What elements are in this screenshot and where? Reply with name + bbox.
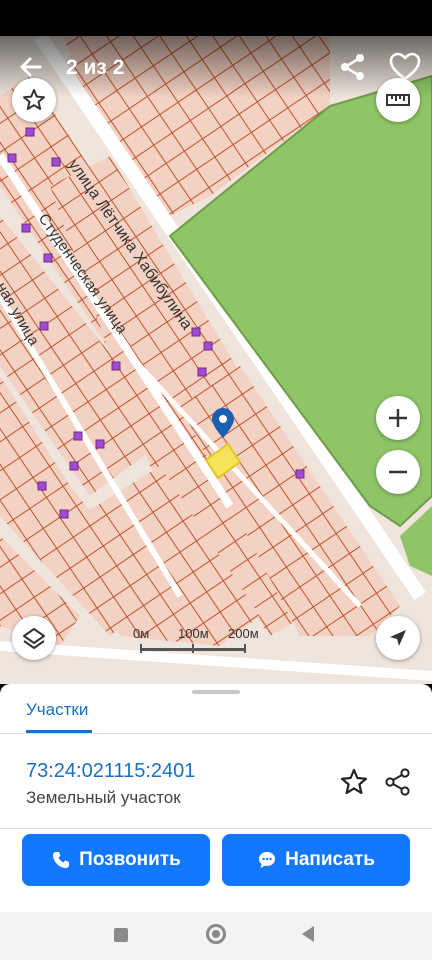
parcel-share-button[interactable] xyxy=(382,766,414,798)
divider xyxy=(0,828,432,829)
scale-tick xyxy=(140,644,142,653)
phone-icon xyxy=(53,852,70,868)
ruler-button[interactable] xyxy=(376,78,420,122)
cadastral-number-link[interactable]: 73:24:021115:2401 xyxy=(26,760,195,783)
map-view[interactable]: улица Лётчика Хабибулина Студенческая ул… xyxy=(0,36,432,684)
scale-label-200: 200м xyxy=(228,626,259,641)
scale-tick xyxy=(192,644,194,653)
ruler-icon xyxy=(386,94,410,106)
tab-parcels[interactable]: Участки xyxy=(26,700,88,720)
star-outline-icon xyxy=(340,768,368,795)
system-nav-bar xyxy=(0,912,432,960)
zoom-out-button[interactable] xyxy=(376,450,420,494)
call-button-label: Позвонить xyxy=(79,849,181,870)
plus-icon xyxy=(389,409,407,427)
chat-bubble-icon xyxy=(259,852,276,868)
back-triangle-icon[interactable] xyxy=(302,926,314,942)
home-icon[interactable] xyxy=(206,924,226,944)
minus-icon xyxy=(389,470,407,474)
call-button[interactable]: Позвонить xyxy=(22,834,210,886)
map-favorite-button[interactable] xyxy=(12,78,56,122)
zoom-in-button[interactable] xyxy=(376,396,420,440)
share-icon xyxy=(341,54,364,80)
scale-tick xyxy=(244,644,246,653)
message-button[interactable]: Написать xyxy=(222,834,410,886)
parcel-type: Земельный участок xyxy=(26,788,181,807)
recent-apps-icon[interactable] xyxy=(114,928,128,942)
scale-label-100: 100м xyxy=(178,626,209,641)
share-icon xyxy=(385,768,410,796)
sheet-drag-handle[interactable] xyxy=(192,690,240,694)
star-outline-icon xyxy=(23,89,45,110)
divider xyxy=(0,733,432,734)
navigation-arrow-icon xyxy=(390,630,406,646)
scale-label-0: 0м xyxy=(133,626,150,641)
status-bar xyxy=(0,0,432,36)
image-counter: 2 из 2 xyxy=(66,56,125,79)
message-button-label: Написать xyxy=(285,849,375,870)
locate-button[interactable] xyxy=(376,616,420,660)
parcel-favorite-button[interactable] xyxy=(338,766,370,798)
share-button[interactable] xyxy=(336,50,370,84)
layers-icon xyxy=(23,628,45,649)
cadastral-map: улица Лётчика Хабибулина Студенческая ул… xyxy=(0,36,432,684)
map-scale: 0м 100м 200м xyxy=(130,626,280,656)
layers-button[interactable] xyxy=(12,616,56,660)
